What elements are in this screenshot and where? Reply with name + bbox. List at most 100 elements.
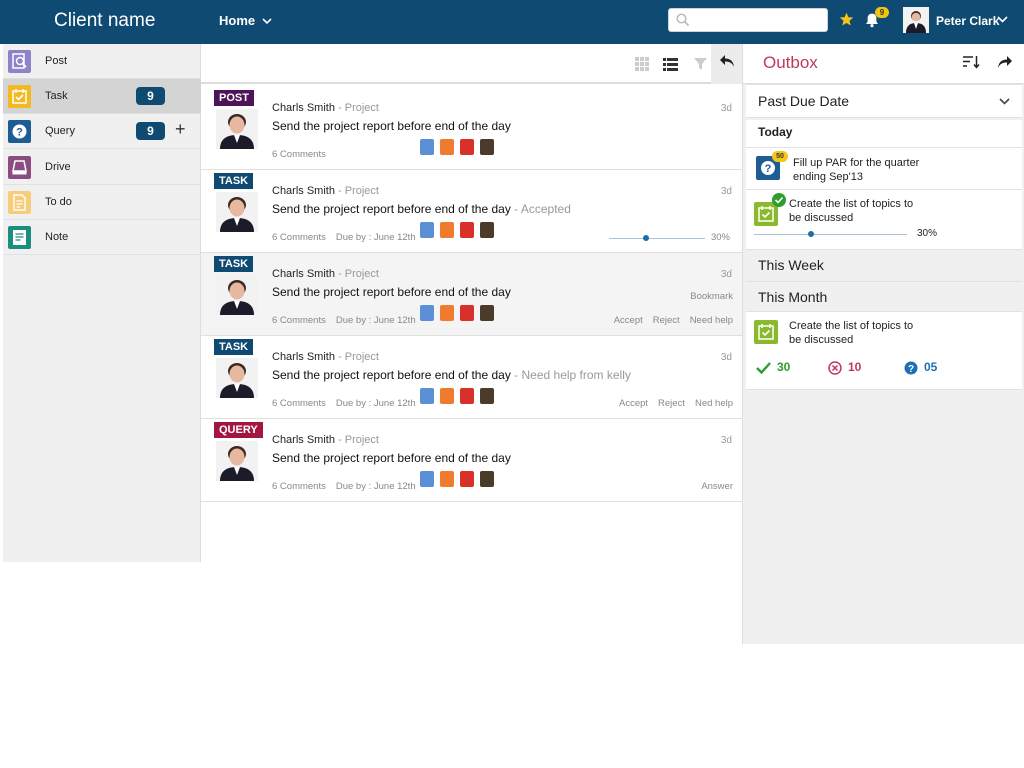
due-date-filter[interactable]: Past Due Date <box>746 84 1022 118</box>
sidebar-item-drive[interactable]: Drive <box>3 150 201 185</box>
task-progress-bar[interactable] <box>609 235 705 241</box>
word-file-icon[interactable] <box>420 471 434 487</box>
accepted-stat[interactable]: 30 <box>756 360 790 375</box>
author-line: Charls Smith - Project <box>272 351 379 363</box>
sidebar-item-todo[interactable]: To do <box>3 185 201 220</box>
this-month-section[interactable]: This Month <box>746 282 1022 312</box>
comments-link[interactable]: 6 Comments <box>272 398 326 409</box>
due-date: Due by : June 12th <box>335 481 416 492</box>
home-label: Home <box>219 13 256 28</box>
pdf-file-icon[interactable] <box>460 305 474 321</box>
rejected-stat[interactable]: 10 <box>828 360 861 375</box>
grid-view-icon[interactable] <box>635 57 649 71</box>
post-icon <box>8 50 31 73</box>
home-menu[interactable]: Home <box>219 13 272 28</box>
item-time: 3d <box>720 103 732 114</box>
ppt-file-icon[interactable] <box>440 471 454 487</box>
search-box[interactable] <box>668 8 828 32</box>
task-progress-bar[interactable] <box>754 231 907 237</box>
star-icon[interactable] <box>839 12 854 27</box>
feed-item[interactable]: QUERY Charls Smith - Project Send the pr… <box>201 419 742 502</box>
outbox-item[interactable]: Create the list of topics to be discussed… <box>746 312 1022 390</box>
list-view-icon[interactable] <box>663 57 678 71</box>
outbox-item[interactable]: ? 50 Fill up PAR for the quarter ending S… <box>746 148 1022 190</box>
sidebar-item-note[interactable]: Note <box>3 220 201 255</box>
feed-item[interactable]: TASK Charls Smith - Project Send the pro… <box>201 170 742 253</box>
item-text: Create the list of topics to be discussed <box>789 197 913 225</box>
top-bar: Client name Home 9 Peter Clark <box>0 0 1024 44</box>
sidebar-item-post[interactable]: Post <box>3 44 201 79</box>
image-file-icon[interactable] <box>480 139 494 155</box>
author-name[interactable]: Charls Smith <box>272 351 335 363</box>
share-icon[interactable] <box>997 55 1013 69</box>
reject-button[interactable]: Reject <box>653 315 680 326</box>
ppt-file-icon[interactable] <box>440 388 454 404</box>
pdf-file-icon[interactable] <box>460 222 474 238</box>
pdf-file-icon[interactable] <box>460 471 474 487</box>
author-name[interactable]: Charls Smith <box>272 434 335 446</box>
word-file-icon[interactable] <box>420 222 434 238</box>
pdf-file-icon[interactable] <box>460 388 474 404</box>
image-file-icon[interactable] <box>480 471 494 487</box>
image-file-icon[interactable] <box>480 388 494 404</box>
author-name[interactable]: Charls Smith <box>272 102 335 114</box>
section-title: Today <box>758 125 793 139</box>
comments-link[interactable]: 6 Comments <box>272 481 326 492</box>
user-name[interactable]: Peter Clark <box>936 14 999 28</box>
word-file-icon[interactable] <box>420 388 434 404</box>
outbox-item[interactable]: Create the list of topics to be discussed… <box>746 190 1022 250</box>
need-help-button[interactable]: Need help <box>690 315 733 326</box>
comments-link[interactable]: 6 Comments <box>272 149 326 160</box>
add-query-button[interactable]: + <box>175 120 186 138</box>
activity-feed: POST Charls Smith - Project Send the pro… <box>201 87 742 502</box>
feed-item[interactable]: TASK Charls Smith - Project Send the pro… <box>201 253 742 336</box>
type-badge: QUERY <box>214 422 263 438</box>
pdf-file-icon[interactable] <box>460 139 474 155</box>
answer-button[interactable]: Answer <box>701 481 733 492</box>
reply-icon <box>720 55 734 67</box>
author-line: Charls Smith - Project <box>272 268 379 280</box>
reject-button[interactable]: Reject <box>658 398 685 409</box>
sort-icon[interactable] <box>963 55 980 69</box>
avatar[interactable] <box>216 275 258 315</box>
note-icon <box>8 226 31 249</box>
attachments <box>420 139 500 157</box>
avatar[interactable] <box>216 358 258 398</box>
comments-link[interactable]: 6 Comments <box>272 232 326 243</box>
image-file-icon[interactable] <box>480 222 494 238</box>
ppt-file-icon[interactable] <box>440 139 454 155</box>
author-name[interactable]: Charls Smith <box>272 268 335 280</box>
sidebar-item-task[interactable]: Task 9 <box>3 79 201 114</box>
outbox-panel: Outbox Past Due Date Today ? 50 Fill up … <box>742 44 1024 644</box>
brand-name[interactable]: Client name <box>54 10 155 32</box>
feed-item[interactable]: TASK Charls Smith - Project Send the pro… <box>201 336 742 419</box>
avatar[interactable] <box>216 109 258 149</box>
progress-handle[interactable] <box>807 231 814 237</box>
accept-button[interactable]: Accept <box>614 315 643 326</box>
bookmark-link[interactable]: Bookmark <box>690 291 733 302</box>
filter-icon[interactable] <box>694 57 707 71</box>
this-week-section[interactable]: This Week <box>746 250 1022 282</box>
author-name[interactable]: Charls Smith <box>272 185 335 197</box>
need-help-button[interactable]: Ned help <box>695 398 733 409</box>
ppt-file-icon[interactable] <box>440 305 454 321</box>
image-file-icon[interactable] <box>480 305 494 321</box>
svg-text:?: ? <box>908 364 914 375</box>
word-file-icon[interactable] <box>420 305 434 321</box>
user-avatar[interactable] <box>903 7 929 33</box>
due-date: Due by : June 12th <box>335 398 416 409</box>
queries-stat[interactable]: ? 05 <box>904 360 937 375</box>
feed-item[interactable]: POST Charls Smith - Project Send the pro… <box>201 87 742 170</box>
ppt-file-icon[interactable] <box>440 222 454 238</box>
avatar[interactable] <box>216 192 258 232</box>
progress-handle[interactable] <box>642 235 649 241</box>
comments-link[interactable]: 6 Comments <box>272 315 326 326</box>
back-button[interactable] <box>711 44 742 84</box>
chevron-down-icon[interactable] <box>997 16 1008 23</box>
avatar[interactable] <box>216 441 258 481</box>
item-title: Send the project report before end of th… <box>272 368 631 382</box>
sidebar-item-query[interactable]: ? Query 9 + <box>3 114 201 149</box>
accept-button[interactable]: Accept <box>619 398 648 409</box>
word-file-icon[interactable] <box>420 139 434 155</box>
search-input[interactable] <box>695 12 823 28</box>
